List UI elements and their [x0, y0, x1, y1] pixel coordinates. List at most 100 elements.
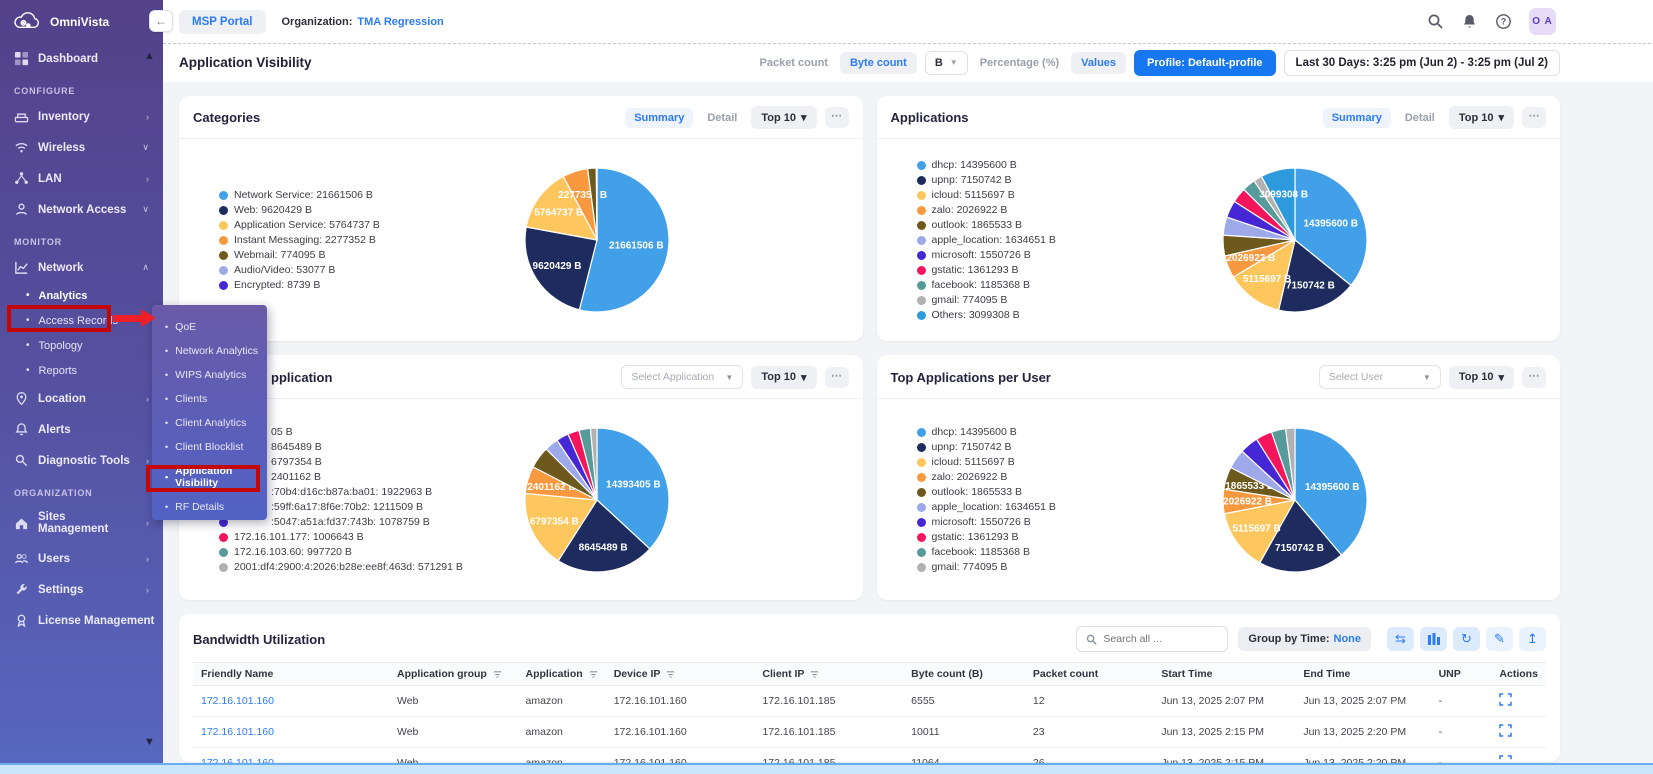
- column-header-application[interactable]: Application: [518, 663, 606, 686]
- sidebar-item-license-management[interactable]: License Management: [0, 605, 163, 636]
- select-user-dropdown[interactable]: Select User▼: [1319, 365, 1441, 389]
- legend-item[interactable]: facebook: 1185368 B: [917, 546, 1179, 559]
- refresh-icon[interactable]: ↻: [1453, 627, 1480, 651]
- edit-icon[interactable]: ✎: [1486, 627, 1513, 651]
- legend-item[interactable]: zalo: 2026922 B: [917, 471, 1179, 484]
- submenu-item-wips-analytics[interactable]: •WIPS Analytics: [152, 363, 267, 387]
- organization-value[interactable]: TMA Regression: [357, 16, 443, 28]
- legend-item[interactable]: zalo: 2026922 B: [917, 204, 1179, 217]
- legend-item[interactable]: Network Service: 21661506 B: [219, 189, 481, 202]
- summary-tab[interactable]: Summary: [1323, 108, 1391, 128]
- sidebar-scroll-up-icon[interactable]: ▲: [144, 50, 155, 62]
- panel-menu-button[interactable]: ⋯: [1522, 367, 1546, 388]
- legend-item[interactable]: 2001:df4:2900:4:2026:b28e:ee8f:463d: 571…: [219, 561, 481, 574]
- legend-item[interactable]: gstatic: 1361293 B: [917, 264, 1179, 277]
- detail-tab[interactable]: Detail: [701, 108, 743, 128]
- sidebar-item-users[interactable]: Users›: [0, 543, 163, 574]
- select-application-dropdown[interactable]: Select Application▼: [621, 365, 743, 389]
- column-header-byte-count-b-[interactable]: Byte count (B): [903, 663, 1025, 686]
- legend-item[interactable]: apple_location: 1634651 B: [917, 501, 1179, 514]
- legend-item[interactable]: 172.16.101.177: 1006643 B: [219, 531, 481, 544]
- submenu-item-client-analytics[interactable]: •Client Analytics: [152, 411, 267, 435]
- legend-item[interactable]: dhcp: 14395600 B: [917, 159, 1179, 172]
- legend-item[interactable]: Web: 9620429 B: [219, 204, 481, 217]
- export-icon[interactable]: ↥: [1519, 627, 1546, 651]
- column-header-application-group[interactable]: Application group: [389, 663, 518, 686]
- search-icon[interactable]: [1427, 13, 1444, 30]
- sidebar-item-lan[interactable]: LAN›: [0, 163, 163, 194]
- sidebar-item-settings[interactable]: Settings›: [0, 574, 163, 605]
- values-toggle[interactable]: Values: [1071, 52, 1126, 74]
- top10-dropdown[interactable]: Top 10▾: [751, 106, 816, 129]
- column-header-unp[interactable]: UNP: [1431, 663, 1492, 686]
- sidebar-item-inventory[interactable]: Inventory›: [0, 101, 163, 132]
- percentage-toggle[interactable]: Percentage (%): [976, 52, 1063, 74]
- legend-item[interactable]: outlook: 1865533 B: [917, 486, 1179, 499]
- legend-item[interactable]: gmail: 774095 B: [917, 294, 1179, 307]
- top10-dropdown[interactable]: Top 10▾: [1449, 106, 1514, 129]
- row-expand-icon[interactable]: [1491, 717, 1546, 748]
- app-logo[interactable]: OmniVista: [0, 0, 163, 43]
- summary-tab[interactable]: Summary: [625, 108, 693, 128]
- legend-item[interactable]: Others: 3099308 B: [917, 309, 1179, 322]
- legend-item[interactable]: microsoft: 1550726 B: [917, 249, 1179, 262]
- column-header-friendly-name[interactable]: Friendly Name: [193, 663, 389, 686]
- legend-item[interactable]: Application Service: 5764737 B: [219, 219, 481, 232]
- legend-item[interactable]: Audio/Video: 53077 B: [219, 264, 481, 277]
- sidebar-item-dashboard[interactable]: Dashboard: [0, 43, 163, 74]
- column-header-packet-count[interactable]: Packet count: [1025, 663, 1153, 686]
- sidebar-item-topology[interactable]: •Topology: [0, 333, 163, 358]
- legend-item[interactable]: 172.16.103.60: 997720 B: [219, 546, 481, 559]
- legend-item[interactable]: dhcp: 14395600 B: [917, 426, 1179, 439]
- unit-dropdown[interactable]: B ▼: [925, 51, 968, 75]
- submenu-item-qoe[interactable]: •QoE: [152, 315, 267, 339]
- legend-item[interactable]: microsoft: 1550726 B: [917, 516, 1179, 529]
- help-icon[interactable]: ?: [1495, 13, 1512, 30]
- panel-menu-button[interactable]: ⋯: [825, 367, 849, 388]
- legend-item[interactable]: outlook: 1865533 B: [917, 219, 1179, 232]
- submenu-item-clients[interactable]: •Clients: [152, 387, 267, 411]
- column-header-end-time[interactable]: End Time: [1295, 663, 1430, 686]
- legend-item[interactable]: Encrypted: 8739 B: [219, 279, 481, 292]
- sidebar-item-wireless[interactable]: Wireless∨: [0, 132, 163, 163]
- friendly-name-link[interactable]: 172.16.101.160: [193, 717, 389, 748]
- sidebar-scroll-down-icon[interactable]: ▼: [144, 736, 155, 748]
- legend-item[interactable]: icloud: 5115697 B: [917, 456, 1179, 469]
- msp-portal-chip[interactable]: MSP Portal: [179, 10, 266, 34]
- panel-menu-button[interactable]: ⋯: [825, 107, 849, 128]
- sidebar-item-network-access[interactable]: Network Access∨: [0, 194, 163, 225]
- submenu-item-network-analytics[interactable]: •Network Analytics: [152, 339, 267, 363]
- column-header-actions[interactable]: Actions: [1491, 663, 1546, 686]
- group-by-time-button[interactable]: Group by Time: None: [1238, 627, 1371, 651]
- search-input[interactable]: [1103, 633, 1218, 645]
- column-header-client-ip[interactable]: Client IP: [754, 663, 903, 686]
- top10-dropdown[interactable]: Top 10▾: [1449, 366, 1514, 389]
- sidebar-item-location[interactable]: Location›: [0, 383, 163, 414]
- date-range-picker[interactable]: Last 30 Days: 3:25 pm (Jun 2) - 3:25 pm …: [1284, 50, 1560, 76]
- panel-menu-button[interactable]: ⋯: [1522, 107, 1546, 128]
- expand-columns-icon[interactable]: ⇆: [1387, 627, 1414, 651]
- friendly-name-link[interactable]: 172.16.101.160: [193, 686, 389, 717]
- sidebar-item-sites-management[interactable]: Sites Management›: [0, 503, 163, 543]
- column-header-start-time[interactable]: Start Time: [1153, 663, 1295, 686]
- profile-button[interactable]: Profile: Default-profile: [1134, 50, 1276, 76]
- sidebar-item-reports[interactable]: •Reports: [0, 358, 163, 383]
- sidebar-item-diagnostic-tools[interactable]: Diagnostic Tools›: [0, 445, 163, 476]
- table-search[interactable]: [1076, 626, 1228, 652]
- submenu-item-rf-details[interactable]: •RF Details: [152, 495, 267, 519]
- sidebar-item-network[interactable]: Network∧: [0, 252, 163, 283]
- legend-item[interactable]: gstatic: 1361293 B: [917, 531, 1179, 544]
- legend-item[interactable]: Instant Messaging: 2277352 B: [219, 234, 481, 247]
- legend-item[interactable]: facebook: 1185368 B: [917, 279, 1179, 292]
- byte-count-toggle[interactable]: Byte count: [840, 52, 917, 74]
- columns-icon[interactable]: [1420, 627, 1447, 651]
- row-expand-icon[interactable]: [1491, 686, 1546, 717]
- horizontal-scrollbar[interactable]: [0, 763, 1653, 774]
- submenu-item-client-blocklist[interactable]: •Client Blocklist: [152, 435, 267, 459]
- legend-item[interactable]: upnp: 7150742 B: [917, 174, 1179, 187]
- legend-item[interactable]: Webmail: 774095 B: [219, 249, 481, 262]
- sidebar-item-alerts[interactable]: Alerts: [0, 414, 163, 445]
- top10-dropdown[interactable]: Top 10▾: [751, 366, 816, 389]
- column-header-device-ip[interactable]: Device IP: [606, 663, 755, 686]
- legend-item[interactable]: icloud: 5115697 B: [917, 189, 1179, 202]
